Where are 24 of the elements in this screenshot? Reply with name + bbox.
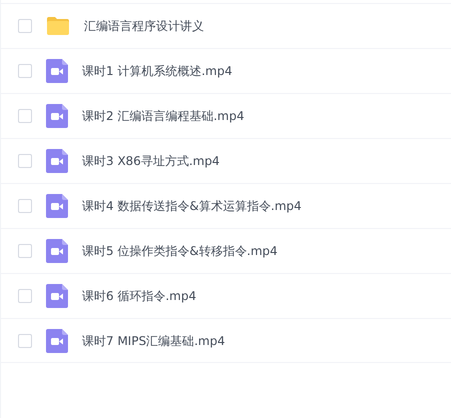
video-file-icon: [46, 59, 68, 83]
file-name[interactable]: 课时5 位操作类指令&转移指令.mp4: [82, 242, 278, 260]
checkbox[interactable]: [18, 154, 32, 168]
file-name[interactable]: 课时4 数据传送指令&算术运算指令.mp4: [82, 197, 302, 215]
video-file-icon: [46, 239, 68, 263]
file-name[interactable]: 课时1 计算机系统概述.mp4: [82, 62, 232, 80]
video-file-icon: [46, 284, 68, 308]
checkbox[interactable]: [18, 289, 32, 303]
checkbox[interactable]: [18, 244, 32, 258]
video-file-icon: [46, 149, 68, 173]
checkbox[interactable]: [18, 64, 32, 78]
file-name[interactable]: 课时3 X86寻址方式.mp4: [82, 152, 220, 170]
checkbox[interactable]: [18, 334, 32, 348]
video-file-icon: [46, 104, 68, 128]
file-name[interactable]: 汇编语言程序设计讲义: [84, 17, 204, 35]
checkbox[interactable]: [18, 19, 32, 33]
video-file-icon: [46, 194, 68, 218]
video-file-icon: [46, 328, 68, 352]
file-name[interactable]: 课时7 MIPS汇编基础.mp4: [82, 332, 225, 350]
file-name[interactable]: 课时2 汇编语言编程基础.mp4: [82, 107, 244, 125]
folder-icon: [46, 16, 70, 36]
checkbox[interactable]: [18, 109, 32, 123]
checkbox[interactable]: [18, 199, 32, 213]
file-name[interactable]: 课时6 循环指令.mp4: [82, 287, 196, 305]
